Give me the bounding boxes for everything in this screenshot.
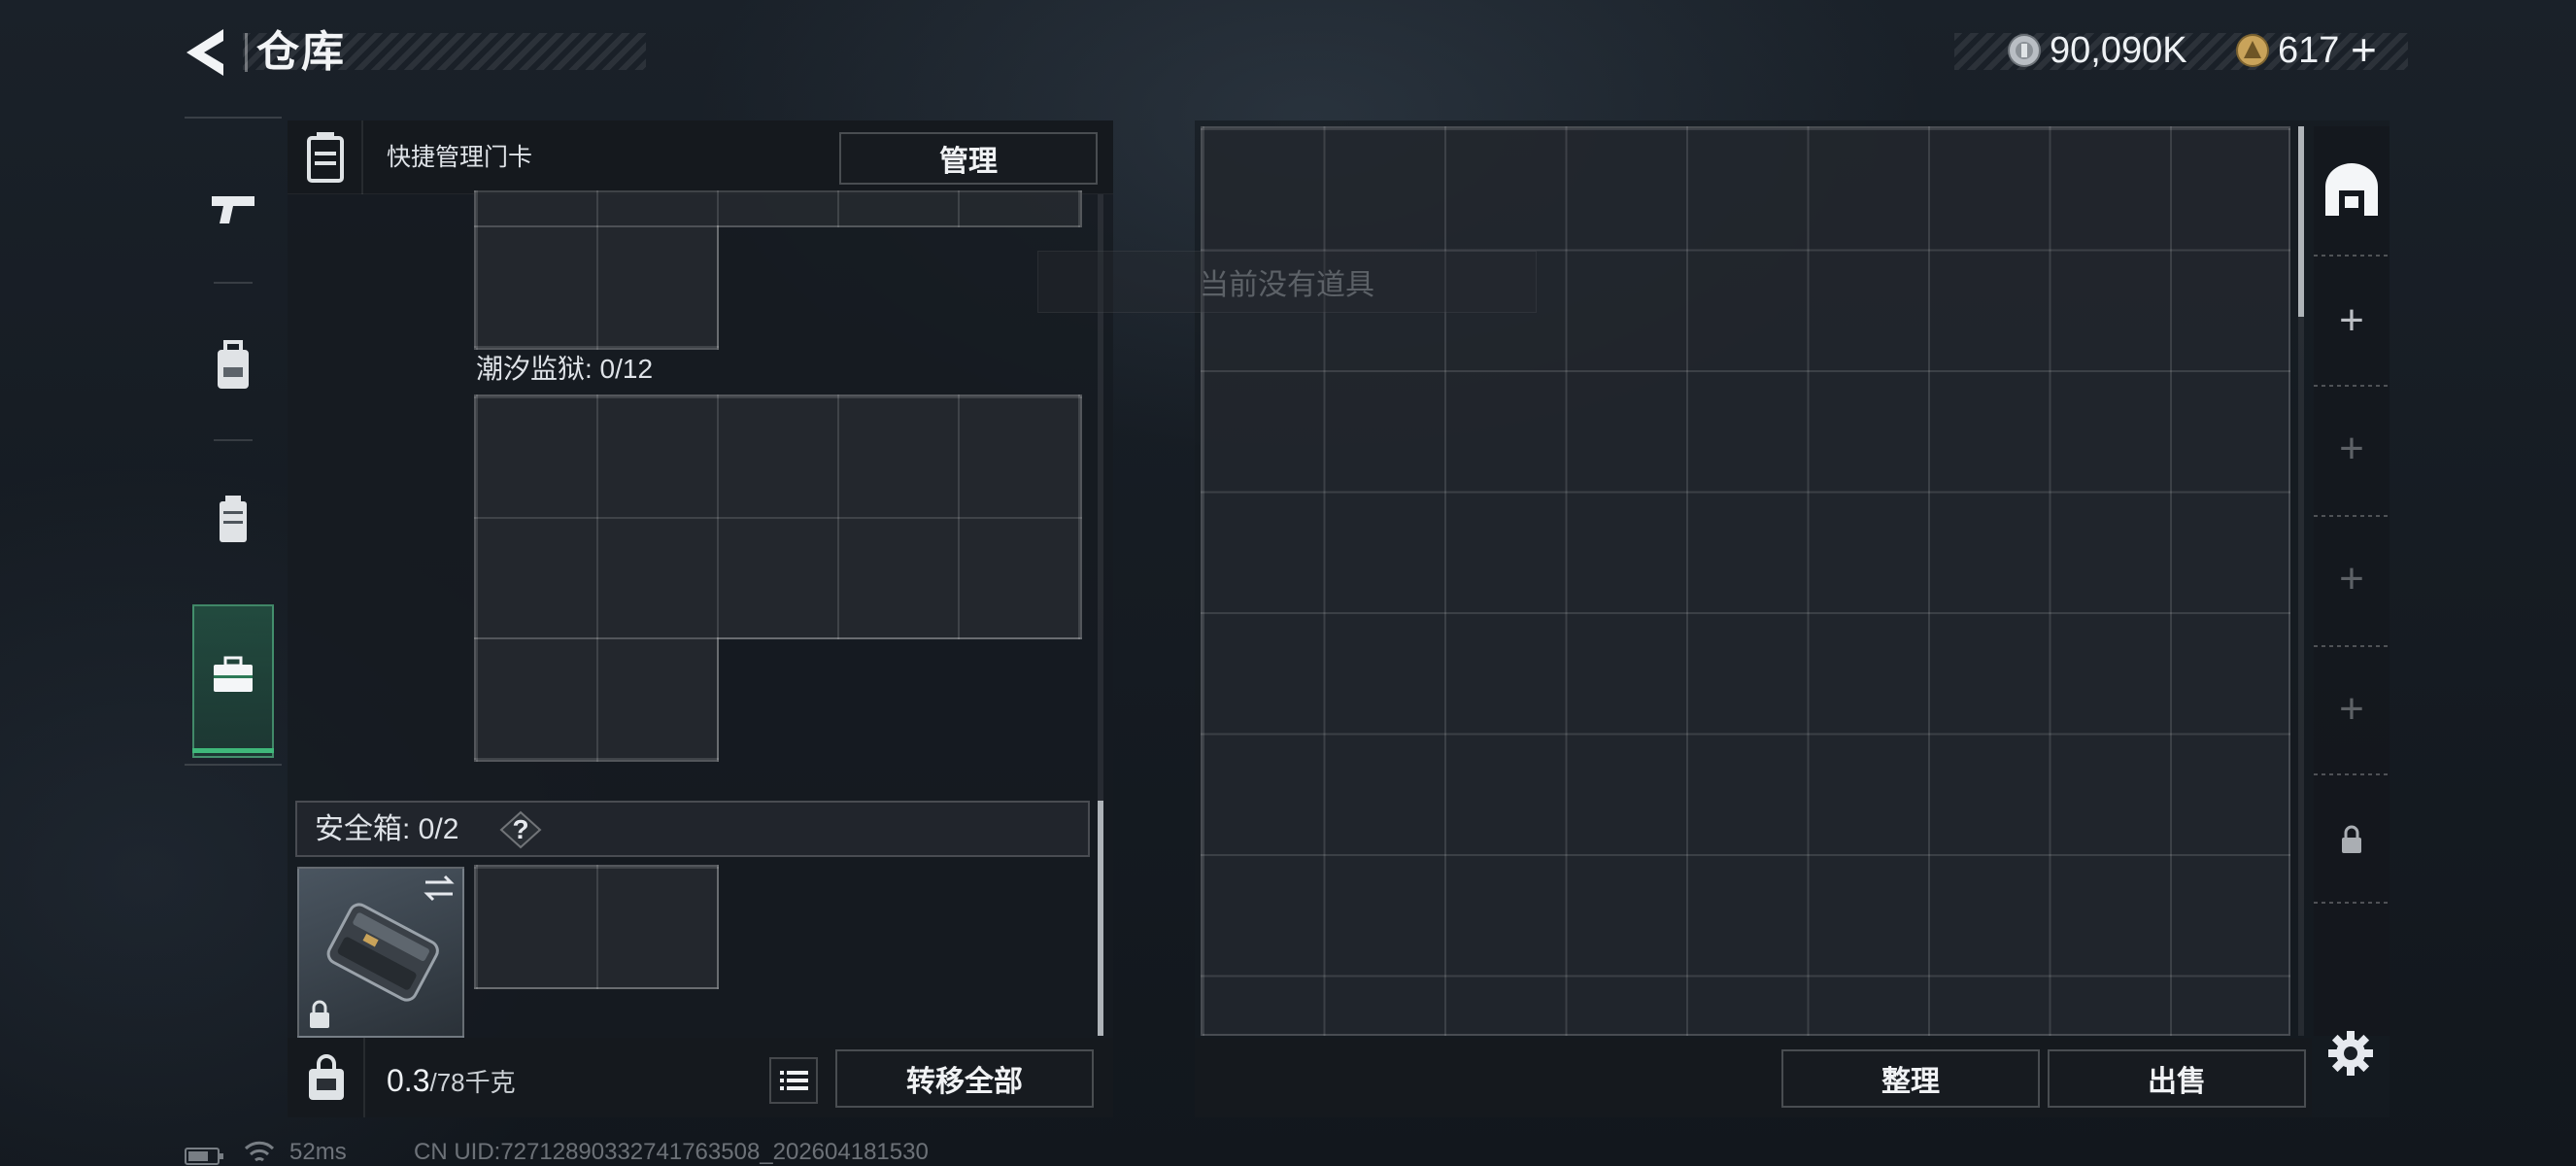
tab-chest-rig[interactable] bbox=[185, 466, 282, 573]
tidal-prison-grid-tail[interactable] bbox=[474, 637, 719, 762]
page-title: 仓库 bbox=[256, 28, 346, 76]
uid-text: CN UID:72712890332741763508_202604181530 bbox=[414, 1139, 929, 1165]
tab-active-indicator bbox=[192, 748, 274, 753]
safe-box-grid[interactable] bbox=[474, 865, 719, 989]
add-currency-button[interactable]: + bbox=[2351, 25, 2377, 74]
strip-separator bbox=[2314, 773, 2390, 775]
list-view-button[interactable] bbox=[769, 1057, 818, 1104]
strip-separator bbox=[2314, 902, 2390, 904]
safe-box-help-text: ? bbox=[512, 814, 529, 844]
battery-icon bbox=[185, 1147, 225, 1166]
gear-icon bbox=[2328, 1031, 2373, 1076]
add-warehouse-tab-2[interactable]: + bbox=[2314, 420, 2390, 478]
keycard-grid-top-row bbox=[474, 190, 1082, 227]
sort-button[interactable]: 整理 bbox=[1781, 1049, 2040, 1108]
ping-text: 52ms bbox=[289, 1139, 347, 1165]
weight-bar-divider bbox=[363, 1038, 365, 1117]
keycard-icon bbox=[303, 130, 348, 185]
silver-coin-icon bbox=[2007, 33, 2042, 68]
weight-value: 0.3 bbox=[387, 1063, 430, 1098]
keycard-grid-top-tail bbox=[474, 225, 719, 350]
empty-hint: 当前没有道具 bbox=[1037, 251, 1537, 313]
gold-coin-icon bbox=[2235, 33, 2270, 68]
warehouse-tab-main[interactable] bbox=[2314, 157, 2390, 227]
transfer-all-button[interactable]: 转移全部 bbox=[835, 1049, 1094, 1108]
backpack-scroll-thumb[interactable] bbox=[1098, 801, 1103, 1036]
wifi-icon bbox=[243, 1139, 276, 1166]
quick-keycard-label: 快捷管理门卡 bbox=[387, 144, 533, 171]
tab-separator bbox=[214, 282, 253, 284]
strip-separator bbox=[2314, 645, 2390, 647]
safe-box-label: 安全箱: 0/2 bbox=[315, 813, 459, 845]
warehouse-scroll-thumb[interactable] bbox=[2298, 126, 2304, 317]
tidal-prison-grid-main[interactable] bbox=[474, 394, 1082, 639]
warehouse-arch-icon bbox=[2325, 163, 2378, 216]
sell-button[interactable]: 出售 bbox=[2048, 1049, 2306, 1108]
list-icon bbox=[780, 1071, 808, 1090]
tab-separator bbox=[214, 439, 253, 441]
tab-weapon[interactable] bbox=[185, 155, 282, 262]
lock-icon bbox=[305, 999, 334, 1032]
tab-toolbox[interactable] bbox=[192, 604, 274, 758]
toolbox-icon bbox=[214, 656, 253, 692]
weight-readout: 0.3/78千克 bbox=[387, 1061, 516, 1100]
strip-separator bbox=[2314, 385, 2390, 387]
locked-warehouse-tab bbox=[2337, 824, 2366, 857]
tabs-bottom-line bbox=[185, 764, 282, 766]
tab-gear[interactable] bbox=[185, 311, 282, 418]
keycard-bar-divider bbox=[361, 120, 363, 194]
vest-icon bbox=[220, 496, 247, 542]
backpack-icon bbox=[218, 340, 249, 389]
tabs-top-line bbox=[185, 117, 282, 119]
back-arrow-icon bbox=[186, 29, 223, 76]
silver-amount: 90,090K bbox=[2050, 30, 2187, 71]
tidal-prison-label: 潮汐监狱: 0/12 bbox=[476, 354, 654, 384]
weight-icon bbox=[305, 1053, 348, 1104]
strip-separator bbox=[2314, 515, 2390, 517]
settings-button[interactable] bbox=[2325, 1028, 2376, 1079]
title-divider bbox=[245, 33, 248, 72]
add-warehouse-tab-3[interactable]: + bbox=[2314, 550, 2390, 608]
manage-button[interactable]: 管理 bbox=[839, 132, 1098, 185]
swap-icon[interactable] bbox=[420, 871, 458, 906]
add-warehouse-tab-1[interactable]: + bbox=[2314, 292, 2390, 350]
pistol-icon bbox=[212, 196, 254, 223]
strip-separator bbox=[2314, 255, 2390, 257]
gold-amount: 617 bbox=[2278, 30, 2340, 71]
add-warehouse-tab-4[interactable]: + bbox=[2314, 680, 2390, 738]
lock-icon bbox=[2342, 825, 2361, 853]
back-button[interactable] bbox=[181, 27, 229, 78]
weight-total: /78千克 bbox=[429, 1068, 516, 1097]
